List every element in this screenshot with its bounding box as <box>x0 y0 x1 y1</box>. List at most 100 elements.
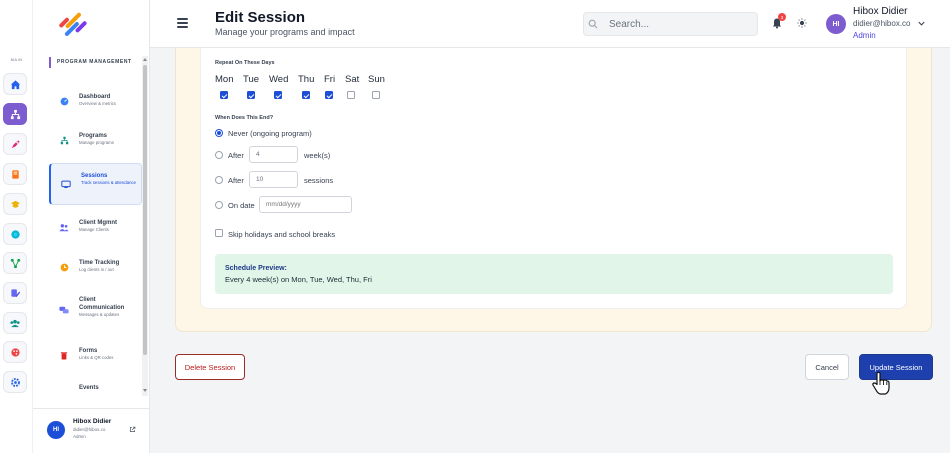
sidebar-item-sessions[interactable]: Sessions Track sessions & attendance <box>49 163 142 205</box>
scrollbar-thumb[interactable] <box>143 65 147 355</box>
sidebar-item-subtitle: Links & QR codes <box>79 355 114 360</box>
day-label-mon: Mon <box>215 74 234 85</box>
sidebar-item-title: Client Mgmnt <box>79 220 117 226</box>
avatar[interactable]: HI <box>826 14 846 34</box>
sidebar-item-title: Events <box>79 385 99 391</box>
end-after-sessions-suffix: sessions <box>304 176 334 185</box>
palette-icon <box>10 347 20 357</box>
chevron-down-icon[interactable] <box>917 19 926 28</box>
sidebar-item-client-mgmnt[interactable]: Client Mgmnt Manage Clients <box>49 212 142 242</box>
group-icon <box>10 319 20 327</box>
end-never-label: Never (ongoing program) <box>228 129 312 138</box>
day-label-fri: Fri <box>324 74 336 85</box>
rail-design-button[interactable] <box>3 341 27 363</box>
schedule-preview-text: Every 4 week(s) on Mon, Tue, Wed, Thu, F… <box>225 275 372 284</box>
end-after-sessions-radio[interactable] <box>215 176 223 184</box>
gear-icon <box>10 377 20 387</box>
rail-section-label: MAIN <box>10 57 23 62</box>
sidebar-item-time-tracking[interactable]: Time Tracking Log clients in / out <box>49 252 142 282</box>
sidebar-item-subtitle: Track sessions & attendance <box>81 180 137 185</box>
end-after-weeks-radio[interactable] <box>215 151 223 159</box>
hand-pointer-icon <box>872 371 890 395</box>
schedule-preview: Schedule Preview: Every 4 week(s) on Mon… <box>215 254 893 294</box>
book-icon <box>11 169 19 179</box>
scroll-up-icon[interactable] <box>143 58 147 61</box>
dashboard-icon <box>59 96 69 106</box>
end-after-sessions-prefix: After <box>228 176 244 185</box>
day-checkbox-thu[interactable] <box>302 91 310 99</box>
day-checkbox-sun[interactable] <box>372 91 380 99</box>
delete-session-button[interactable]: Delete Session <box>175 354 245 380</box>
day-checkbox-mon[interactable] <box>220 91 228 99</box>
end-date-input[interactable] <box>259 196 352 213</box>
icon-rail: MAIN <box>0 0 33 453</box>
rail-community-button[interactable] <box>3 312 27 334</box>
sidebar-item-subtitle: Log clients in / out <box>79 267 114 272</box>
rail-assign-button[interactable] <box>3 282 27 304</box>
sidebar-item-title: Forms <box>79 348 98 354</box>
end-after-weeks-prefix: After <box>228 151 244 160</box>
sessions-input[interactable] <box>249 171 298 188</box>
clock-icon <box>59 262 69 272</box>
rail-settings-button[interactable] <box>3 371 27 393</box>
sidebar-user-role: Admin <box>73 434 86 439</box>
sidebar-section-title: PROGRAM MANAGEMENT <box>49 57 132 68</box>
sidebar-scrollbar[interactable] <box>142 56 148 396</box>
rail-programs-button[interactable] <box>3 103 27 125</box>
top-header: Edit Session Manage your programs and im… <box>150 0 950 48</box>
hierarchy-icon <box>59 135 69 145</box>
home-icon <box>10 79 20 89</box>
sidebar-item-subtitle: Manage Clients <box>79 227 109 232</box>
days-label: Repeat On These Days <box>215 60 275 66</box>
rail-library-button[interactable] <box>3 163 27 185</box>
avatar: HI <box>47 421 65 439</box>
rail-launch-button[interactable] <box>3 133 27 155</box>
chat-icon <box>59 305 69 315</box>
menu-toggle-icon[interactable] <box>177 18 188 29</box>
day-checkbox-sat[interactable] <box>347 91 355 99</box>
notification-badge: 3 <box>778 13 786 21</box>
rocket-icon <box>11 139 20 148</box>
flow-icon <box>10 258 20 268</box>
sidebar-item-title: Client Communication <box>79 297 125 311</box>
cancel-button[interactable]: Cancel <box>805 354 849 380</box>
rail-home-button[interactable] <box>3 73 27 95</box>
scroll-down-icon[interactable] <box>143 389 147 392</box>
end-label: When Does This End? <box>215 115 274 121</box>
weeks-input[interactable] <box>249 146 298 163</box>
monitor-user-icon <box>61 179 71 189</box>
end-never-radio[interactable] <box>215 129 223 137</box>
day-label-tue: Tue <box>243 74 260 85</box>
sidebar-item-forms[interactable]: Forms Links & QR codes <box>49 340 142 370</box>
external-link-icon[interactable] <box>129 426 136 433</box>
sidebar-item-subtitle: Manage programs <box>79 140 114 145</box>
sidebar-item-subtitle: Overview & metrics <box>79 101 117 106</box>
sidebar-item-client-communication[interactable]: Client Communication Messages & updates <box>49 292 142 328</box>
skip-holidays-checkbox[interactable] <box>215 229 223 237</box>
header-user-role: Admin <box>853 31 876 40</box>
sidebar-item-title: Time Tracking <box>79 260 120 266</box>
end-on-date-label: On date <box>228 201 255 210</box>
day-checkbox-tue[interactable] <box>247 91 255 99</box>
day-label-sat: Sat <box>345 74 360 85</box>
users-icon <box>59 222 69 232</box>
rail-flow-button[interactable] <box>3 252 27 274</box>
sidebar-item-title: Sessions <box>81 173 108 179</box>
sun-icon[interactable] <box>797 18 807 28</box>
header-user-email: didier@hibox.co <box>853 19 911 28</box>
day-checkbox-wed[interactable] <box>274 91 282 99</box>
search-input[interactable] <box>583 12 758 36</box>
search-icon <box>588 19 598 29</box>
sidebar-user-card[interactable]: HI Hibox Didier didier@hibox.co Admin <box>33 408 150 453</box>
rail-global-button[interactable] <box>3 223 27 245</box>
day-label-thu: Thu <box>298 74 315 85</box>
schedule-preview-title: Schedule Preview: <box>225 265 287 272</box>
program-sidebar: PROGRAM MANAGEMENT Dashboard Overview & … <box>33 0 150 453</box>
skip-holidays-label: Skip holidays and school breaks <box>228 230 336 239</box>
sidebar-item-events[interactable]: Events <box>49 380 142 396</box>
day-checkbox-fri[interactable] <box>325 91 333 99</box>
end-on-date-radio[interactable] <box>215 201 223 209</box>
rail-education-button[interactable] <box>3 193 27 215</box>
sidebar-item-dashboard[interactable]: Dashboard Overview & metrics <box>49 86 142 116</box>
sidebar-item-programs[interactable]: Programs Manage programs <box>49 125 142 155</box>
